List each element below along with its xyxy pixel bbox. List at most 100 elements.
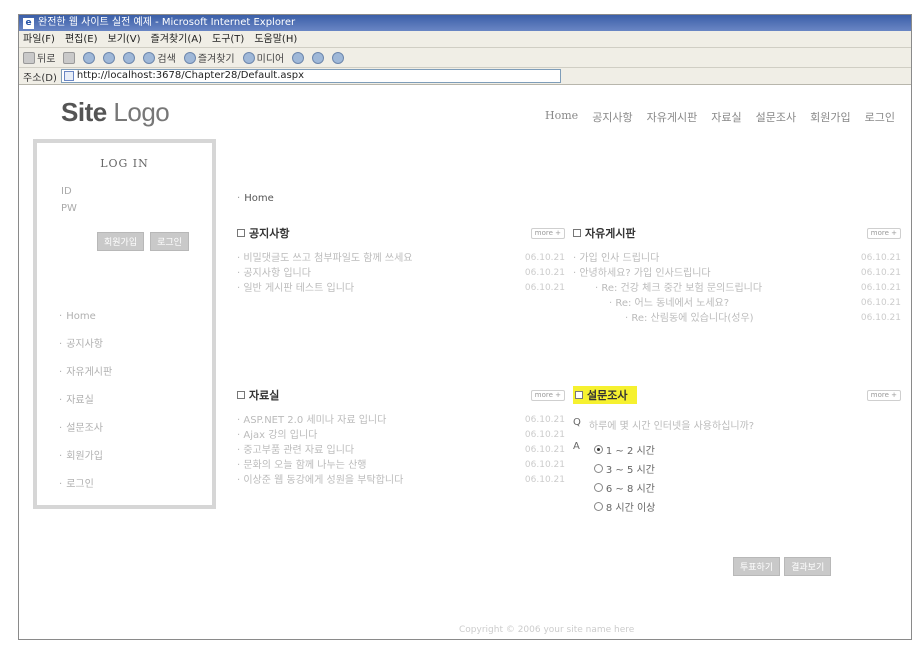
side-menu-data[interactable]: 자료실 (59, 391, 212, 406)
web-page: Site Logo Home 공지사항 자유게시판 자료실 설문조사 회원가입 … (19, 87, 911, 639)
nav-free-board[interactable]: 자유게시판 (647, 109, 698, 125)
notice-board-title: 공지사항 (249, 227, 290, 240)
poll-question: Q 하루에 몇 시간 인터넷을 사용하십니까? (573, 417, 901, 432)
refresh-button[interactable] (103, 51, 116, 64)
stop-button[interactable] (83, 51, 96, 64)
poll-options: 1 ~ 2 시간 3 ~ 5 시간 6 ~ 8 시간 8 시간 이상 (593, 440, 656, 516)
data-board: 자료실 more + ASP.NET 2.0 세미나 자료 입니다06.10.2… (237, 387, 565, 488)
poll-title-highlight: 설문조사 (573, 386, 638, 404)
page-icon (63, 71, 74, 81)
list-item[interactable]: ASP.NET 2.0 세미나 자료 입니다06.10.21 (237, 413, 565, 428)
menu-bar: 파일(F) 편집(E) 보기(V) 즐겨찾기(A) 도구(T) 도움말(H) (19, 31, 911, 48)
menu-file[interactable]: 파일(F) (23, 31, 55, 47)
search-icon (143, 51, 156, 64)
side-menu-join[interactable]: 회원가입 (59, 447, 212, 462)
poll-question-text: 하루에 몇 시간 인터넷을 사용하십니까? (588, 421, 755, 432)
forward-button[interactable] (63, 51, 76, 64)
radio-icon[interactable] (593, 483, 603, 492)
list-item[interactable]: 안녕하세요? 가입 인사드립니다06.10.21 (573, 266, 901, 281)
menu-help[interactable]: 도움말(H) (254, 31, 297, 47)
free-board: 자유게시판 more + 가입 인사 드립니다06.10.21 안녕하세요? 가… (573, 225, 901, 326)
login-title: LOG IN (100, 157, 149, 170)
list-item[interactable]: 공지사항 입니다06.10.21 (237, 266, 565, 281)
nav-poll[interactable]: 설문조사 (756, 109, 796, 125)
nav-login[interactable]: 로그인 (865, 109, 895, 125)
address-url: http://localhost:3678/Chapter28/Default.… (76, 70, 305, 81)
radio-icon[interactable] (593, 464, 603, 473)
search-button[interactable]: 검색 (143, 50, 176, 65)
poll-option[interactable]: 3 ~ 5 시간 (593, 459, 656, 478)
notice-more-button[interactable]: more + (530, 227, 565, 239)
data-post-list: ASP.NET 2.0 세미나 자료 입니다06.10.21 Ajax 강의 입… (237, 413, 565, 488)
id-label: ID (61, 186, 72, 197)
nav-join[interactable]: 회원가입 (810, 109, 850, 125)
radio-icon[interactable] (593, 502, 603, 511)
sidebar: LOG IN ID PW 회원가입 로그인 Home 공지사항 자유게시판 자료… (33, 139, 216, 509)
side-menu-notice[interactable]: 공지사항 (59, 335, 212, 350)
poll-more-button[interactable]: more + (866, 389, 901, 401)
side-menu-poll[interactable]: 설문조사 (59, 419, 212, 434)
address-input[interactable]: http://localhost:3678/Chapter28/Default.… (60, 69, 561, 83)
free-board-title: 자유게시판 (585, 227, 636, 240)
side-menu-login[interactable]: 로그인 (59, 475, 212, 490)
home-icon (123, 51, 136, 64)
refresh-icon (103, 51, 116, 64)
browser-window: e 완전한 웹 사이트 실전 예제 - Microsoft Internet E… (18, 14, 912, 640)
list-item[interactable]: Ajax 강의 입니다06.10.21 (237, 428, 565, 443)
side-menu-home[interactable]: Home (59, 311, 212, 322)
radio-selected-icon[interactable] (593, 445, 603, 454)
side-menu-free-board[interactable]: 자유게시판 (59, 363, 212, 378)
nav-notice[interactable]: 공지사항 (592, 109, 632, 125)
history-button[interactable] (292, 51, 305, 64)
poll-a-label: A (573, 441, 580, 452)
nav-data[interactable]: 자료실 (711, 109, 741, 125)
breadcrumb[interactable]: Home (237, 193, 274, 204)
favorites-button[interactable]: 즐겨찾기 (183, 50, 235, 65)
menu-tools[interactable]: 도구(T) (212, 31, 244, 47)
mail-button[interactable] (312, 51, 325, 64)
history-icon (292, 51, 305, 64)
menu-edit[interactable]: 편집(E) (65, 31, 98, 47)
list-item[interactable]: Re: 어느 동네에서 노세요?06.10.21 (573, 296, 901, 311)
browser-toolbar: 뒤로 검색 즐겨찾기 미디어 (19, 48, 911, 68)
pw-field[interactable]: PW (61, 203, 212, 214)
print-icon (332, 51, 345, 64)
login-button[interactable]: 로그인 (150, 232, 189, 251)
list-item[interactable]: 가입 인사 드립니다06.10.21 (573, 251, 901, 266)
home-button[interactable] (123, 51, 136, 64)
list-item[interactable]: 중고부품 관련 자료 입니다06.10.21 (237, 443, 565, 458)
print-button[interactable] (332, 51, 345, 64)
media-button[interactable]: 미디어 (242, 50, 284, 65)
nav-home[interactable]: Home (545, 109, 578, 125)
poll-buttons: 투표하기 결과보기 (733, 557, 832, 576)
free-post-list: 가입 인사 드립니다06.10.21 안녕하세요? 가입 인사드립니다06.10… (573, 251, 901, 326)
list-item[interactable]: 비밀댓글도 쓰고 첨부파일도 함께 쓰세요06.10.21 (237, 251, 565, 266)
poll-option[interactable]: 1 ~ 2 시간 (593, 440, 656, 459)
list-item[interactable]: Re: 산림동에 있습니다(성우)06.10.21 (573, 311, 901, 326)
list-item[interactable]: 문화의 오늘 함께 나누는 산행06.10.21 (237, 458, 565, 473)
list-item[interactable]: 이상준 웹 동강에게 성원을 부탁합니다06.10.21 (237, 473, 565, 488)
mail-icon (312, 51, 325, 64)
stop-icon (83, 51, 96, 64)
square-bullet-icon (237, 391, 245, 399)
poll-answers: A 1 ~ 2 시간 3 ~ 5 시간 6 ~ 8 시간 8 시간 이상 (573, 440, 901, 516)
address-label: 주소(D) (23, 72, 57, 84)
menu-favorites[interactable]: 즐겨찾기(A) (151, 31, 202, 47)
join-button[interactable]: 회원가입 (97, 232, 145, 251)
square-bullet-icon (237, 229, 245, 237)
list-item[interactable]: 일반 게시판 테스트 입니다06.10.21 (237, 281, 565, 296)
side-menu: Home 공지사항 자유게시판 자료실 설문조사 회원가입 로그인 (59, 311, 212, 490)
list-item[interactable]: Re: 건강 체크 중간 보험 문의드립니다06.10.21 (573, 281, 901, 296)
id-field[interactable]: ID (61, 186, 212, 197)
menu-view[interactable]: 보기(V) (108, 31, 141, 47)
login-buttons: 회원가입 로그인 (97, 232, 212, 251)
vote-button[interactable]: 투표하기 (733, 557, 781, 576)
site-logo[interactable]: Site Logo (61, 97, 170, 128)
poll-option[interactable]: 8 시간 이상 (593, 497, 655, 516)
poll-option[interactable]: 6 ~ 8 시간 (593, 478, 656, 497)
back-button[interactable]: 뒤로 (23, 50, 55, 65)
data-more-button[interactable]: more + (530, 389, 565, 401)
free-more-button[interactable]: more + (866, 227, 901, 239)
result-button[interactable]: 결과보기 (784, 557, 832, 576)
notice-board: 공지사항 more + 비밀댓글도 쓰고 첨부파일도 함께 쓰세요06.10.2… (237, 225, 565, 296)
